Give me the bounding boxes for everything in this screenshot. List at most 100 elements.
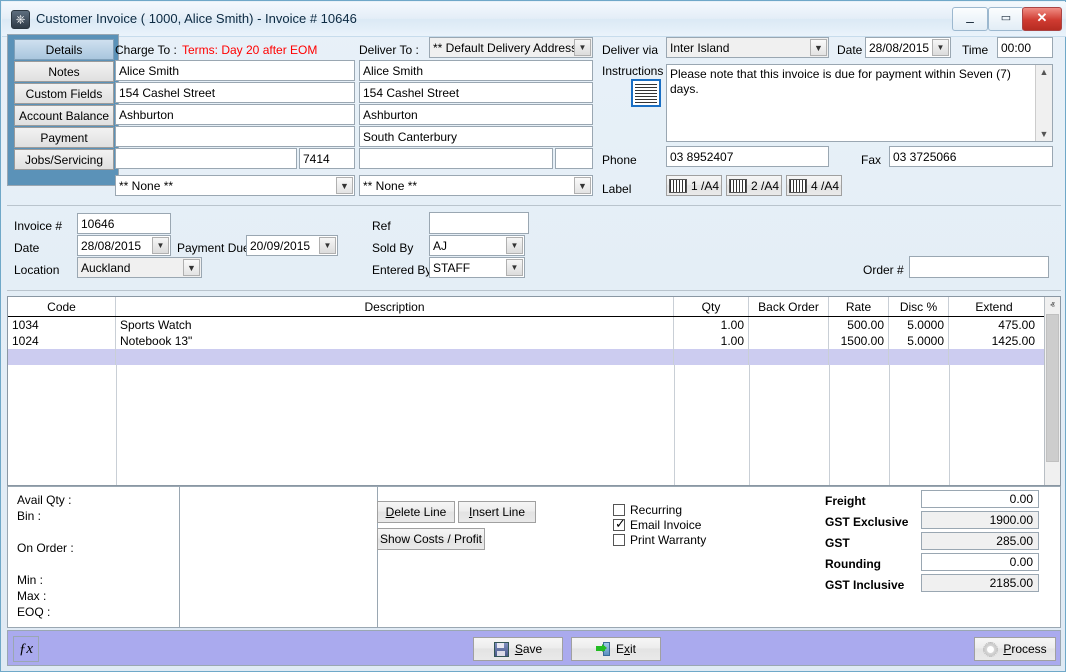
chevron-down-icon[interactable]: ▼ [574,177,591,194]
grid-col-back-order[interactable]: Back Order [749,297,829,316]
instructions-textarea[interactable]: Please note that this invoice is due for… [666,64,1053,142]
email-invoice-checkbox[interactable]: ✓ [613,519,625,531]
exit-label: Exit [616,642,636,656]
sidebar-item-jobs-servicing[interactable]: Jobs/Servicing [14,149,114,170]
charge-to-postcode[interactable]: 7414 [299,148,355,169]
grid-col-extend[interactable]: Extend [949,297,1039,316]
deliver-via-select[interactable]: Inter Island ▼ [666,37,829,58]
window-title: Customer Invoice ( 1000, Alice Smith) - … [36,11,357,26]
scroll-up-icon[interactable]: ⱏ [1045,297,1060,313]
entered-by-select[interactable]: STAFF ▼ [429,257,525,278]
sidebar-item-notes[interactable]: Notes [14,61,114,82]
deliver-to-address-value: ** Default Delivery Address ** [433,41,590,55]
grid-col-code[interactable]: Code [8,297,116,316]
formula-fx-button[interactable]: ƒx [13,636,39,662]
instructions-scrollbar[interactable]: ▲ ▼ [1035,65,1052,141]
phone-input[interactable]: 03 8952407 [666,146,829,167]
invoice-date-picker[interactable]: 28/08/2015 ▼ [77,235,171,256]
exit-button[interactable]: Exit [571,637,661,661]
sidebar-item-payment[interactable]: Payment [14,127,114,148]
maximize-button[interactable]: ▭ [988,7,1024,31]
chevron-down-icon[interactable]: ▼ [336,177,353,194]
location-select[interactable]: Auckland ▼ [77,257,202,278]
chevron-down-icon[interactable]: ▼ [506,237,523,254]
label-1-a4-button[interactable]: 1 /A4 [666,175,722,196]
charge-to-line-2[interactable]: 154 Cashel Street [115,82,355,103]
grid-col-description[interactable]: Description [116,297,674,316]
deliver-to-line-2[interactable]: 154 Cashel Street [359,82,593,103]
cell-rate [829,349,889,365]
charge-to-line-4[interactable] [115,126,355,147]
recurring-checkbox[interactable] [613,504,625,516]
show-costs-profit-button[interactable]: Show Costs / Profit [377,528,485,550]
fax-input[interactable]: 03 3725066 [889,146,1053,167]
process-label: Process [1003,642,1046,656]
save-button[interactable]: Save [473,637,563,661]
sold-by-select[interactable]: AJ ▼ [429,235,525,256]
cell-qty: 1.00 [674,333,749,349]
chevron-down-icon[interactable]: ▼ [810,39,827,56]
invoice-no-input[interactable]: 10646 [77,213,171,234]
cell-disc: 5.0000 [889,333,949,349]
payment-due-picker[interactable]: 20/09/2015 ▼ [246,235,338,256]
insert-line-button[interactable]: Insert Line [458,501,536,523]
insert-line-label: Insert Line [469,505,525,519]
scroll-up-icon[interactable]: ▲ [1036,65,1052,79]
rounding-value[interactable]: 0.00 [921,553,1039,571]
deliver-to-address-select[interactable]: ** Default Delivery Address ** ▼ [429,37,593,58]
scroll-down-icon[interactable]: ⱟ [1045,469,1060,485]
cell-extend: 1425.00 [949,333,1039,349]
grid-col-qty[interactable]: Qty [674,297,749,316]
process-button[interactable]: Process [974,637,1056,661]
grid-col-disc[interactable]: Disc % [889,297,949,316]
check-icon: ✓ [615,517,626,531]
close-button[interactable]: ✕ [1022,7,1062,31]
deliver-to-line-1[interactable]: Alice Smith [359,60,593,81]
cell-code: 1034 [8,317,116,333]
charge-to-city[interactable] [115,148,297,169]
minimize-button[interactable]: – [952,7,988,31]
sidebar-item-label: Notes [48,65,79,79]
table-row[interactable]: 1034 Sports Watch 1.00 500.00 5.0000 475… [8,317,1044,333]
table-row[interactable]: 1024 Notebook 13" 1.00 1500.00 5.0000 14… [8,333,1044,349]
deliver-to-postcode[interactable] [555,148,593,169]
order-no-input[interactable] [909,256,1049,278]
print-warranty-checkbox[interactable] [613,534,625,546]
grid-divider [7,290,1061,291]
scroll-down-icon[interactable]: ▼ [1036,127,1052,141]
sidebar-item-custom-fields[interactable]: Custom Fields [14,83,114,104]
chevron-down-icon[interactable]: ▼ [183,259,200,276]
sidebar-item-details[interactable]: Details [14,39,114,60]
delivery-date-picker[interactable]: 28/08/2015 ▼ [865,37,951,58]
email-invoice-label: Email Invoice [630,518,701,532]
barcode-icon [789,179,807,193]
calendar-dropdown-icon[interactable]: ▼ [319,237,336,254]
label-2-a4-button[interactable]: 2 /A4 [726,175,782,196]
charge-to-line-3[interactable]: Ashburton [115,104,355,125]
label-4-a4-button[interactable]: 4 /A4 [786,175,842,196]
deliver-to-contact-select[interactable]: ** None ** ▼ [359,175,593,196]
delete-line-button[interactable]: Delete Line [377,501,455,523]
charge-to-contact-select[interactable]: ** None ** ▼ [115,175,355,196]
cell-description: Notebook 13" [116,333,674,349]
gst-inclusive-value: 2185.00 [921,574,1039,592]
deliver-to-line-3[interactable]: Ashburton [359,104,593,125]
freight-value[interactable]: 0.00 [921,490,1039,508]
grid-col-rate[interactable]: Rate [829,297,889,316]
sidebar-item-account-balance[interactable]: Account Balance [14,105,114,126]
grid-body-separator [674,365,675,485]
calendar-dropdown-icon[interactable]: ▼ [932,39,949,56]
chevron-down-icon[interactable]: ▼ [506,259,523,276]
delivery-time-input[interactable]: 00:00 [997,37,1053,58]
chevron-down-icon[interactable]: ▼ [574,39,591,56]
charge-to-line-1[interactable]: Alice Smith [115,60,355,81]
grid-scrollbar[interactable]: ⱏ ⱟ [1044,297,1060,485]
instructions-note-icon[interactable] [631,79,661,107]
deliver-to-city[interactable] [359,148,553,169]
table-row[interactable] [8,349,1044,365]
deliver-to-line-4[interactable]: South Canterbury [359,126,593,147]
calendar-dropdown-icon[interactable]: ▼ [152,237,169,254]
scroll-thumb[interactable] [1046,314,1059,462]
ref-input[interactable] [429,212,529,234]
close-icon: ✕ [1023,8,1061,30]
